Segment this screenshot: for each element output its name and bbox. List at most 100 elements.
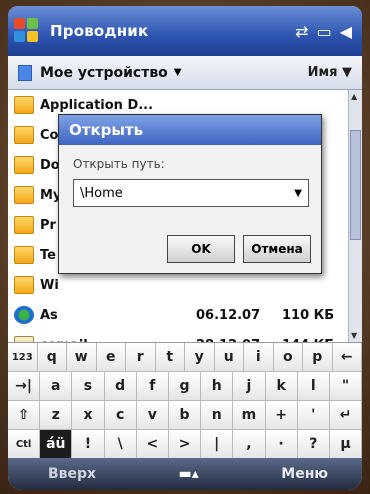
folder-bar: Мое устройство ▼ Имя ▼ [8, 56, 362, 90]
dialog-title: Открыть [59, 115, 321, 145]
key-o[interactable]: o [273, 343, 303, 371]
app-title: Проводник [50, 22, 149, 40]
list-item[interactable]: As 06.12.07 110 КБ [8, 300, 348, 330]
file-name: Te [40, 247, 56, 263]
start-menu-icon[interactable] [14, 18, 40, 44]
scroll-up-icon[interactable]: ▲ [351, 92, 357, 101]
accent-key[interactable]: áü [40, 430, 73, 458]
file-date: 06.12.07 [196, 307, 261, 323]
key-p[interactable]: p [303, 343, 333, 371]
key-r[interactable]: r [126, 343, 156, 371]
key-a[interactable]: a [40, 372, 73, 400]
key-quote[interactable]: " [329, 372, 362, 400]
keyboard-row-3: ⇧ z x c v b n m + ' ↵ [8, 401, 362, 430]
list-item[interactable]: Wi [8, 270, 348, 300]
file-name: Co [40, 127, 59, 143]
folder-icon [14, 216, 34, 234]
key-t[interactable]: t [155, 343, 185, 371]
chevron-down-icon[interactable]: ▼ [174, 67, 182, 78]
sort-label: Имя [307, 65, 338, 80]
key-l[interactable]: l [297, 372, 330, 400]
scroll-thumb[interactable] [350, 130, 361, 240]
path-value: \Home [80, 185, 123, 201]
key-c[interactable]: c [104, 401, 137, 429]
file-name: Application D... [40, 97, 154, 113]
key-exclamation[interactable]: ! [72, 430, 105, 458]
file-name: As [40, 307, 58, 323]
key-v[interactable]: v [136, 401, 169, 429]
key-apostrophe[interactable]: ' [297, 401, 330, 429]
folder-dropdown[interactable]: Мое устройство [40, 65, 168, 81]
key-b[interactable]: b [168, 401, 202, 429]
key-comma[interactable]: , [233, 430, 266, 458]
softkey-bar: Вверх ▬▴ Меню [8, 458, 362, 490]
key-x[interactable]: x [72, 401, 105, 429]
key-i[interactable]: i [244, 343, 274, 371]
key-y[interactable]: y [185, 343, 215, 371]
backspace-key[interactable]: ← [332, 343, 362, 371]
key-f[interactable]: f [136, 372, 169, 400]
enter-key[interactable]: ↵ [329, 401, 362, 429]
key-q[interactable]: q [37, 343, 67, 371]
key-backslash[interactable]: \ [104, 430, 137, 458]
key-micro[interactable]: µ [329, 430, 362, 458]
cancel-button[interactable]: Отмена [243, 235, 311, 263]
connectivity-icon[interactable]: ⇄ [295, 22, 308, 41]
sync-icon [14, 306, 34, 324]
folder-icon [14, 156, 34, 174]
ctrl-key[interactable]: Ctl [8, 430, 41, 458]
folder-icon [14, 96, 34, 114]
file-name: Pr [40, 217, 56, 233]
chevron-down-icon[interactable]: ▼ [294, 188, 302, 199]
key-greater-than[interactable]: > [168, 430, 202, 458]
key-question[interactable]: ? [297, 430, 330, 458]
status-icons: ⇄ ▭ ◀ [295, 22, 352, 41]
keyboard-row-1: 123 q w e r t y u i o p ← [8, 343, 362, 372]
file-name: Wi [40, 277, 59, 293]
soft-keyboard: 123 q w e r t y u i o p ← →| a s d f g h… [8, 342, 362, 459]
key-pipe[interactable]: | [201, 430, 234, 458]
key-g[interactable]: g [168, 372, 202, 400]
scroll-down-icon[interactable]: ▼ [351, 331, 357, 340]
key-k[interactable]: k [265, 372, 298, 400]
file-name: Do [40, 157, 60, 173]
volume-icon[interactable]: ◀ [340, 22, 352, 41]
path-label: Открыть путь: [73, 157, 165, 171]
file-size: 110 КБ [282, 307, 335, 323]
keyboard-row-4: Ctl áü ! \ < > | , · ? µ [8, 430, 362, 459]
title-bar: Проводник ⇄ ▭ ◀ [8, 6, 362, 56]
folder-icon [14, 246, 34, 264]
keyboard-icon[interactable]: ▬▴ [179, 466, 199, 482]
path-combobox[interactable]: \Home ▼ [73, 179, 309, 207]
key-w[interactable]: w [67, 343, 97, 371]
folder-icon [14, 126, 34, 144]
up-softkey[interactable]: Вверх [48, 466, 96, 482]
key-dot[interactable]: · [265, 430, 298, 458]
key-d[interactable]: d [104, 372, 137, 400]
key-j[interactable]: j [233, 372, 266, 400]
battery-icon[interactable]: ▭ [317, 22, 332, 41]
key-n[interactable]: n [201, 401, 234, 429]
sort-dropdown[interactable]: Имя ▼ [308, 65, 352, 80]
tab-key[interactable]: →| [8, 372, 41, 400]
keyboard-row-2: →| a s d f g h j k l " [8, 372, 362, 401]
sort-chevron-icon: ▼ [342, 65, 352, 80]
folder-icon [14, 276, 34, 294]
key-123[interactable]: 123 [8, 343, 38, 371]
key-s[interactable]: s [72, 372, 105, 400]
key-m[interactable]: m [233, 401, 266, 429]
shift-key[interactable]: ⇧ [8, 401, 41, 429]
dialog-buttons: OK Отмена [167, 235, 311, 263]
key-e[interactable]: e [96, 343, 126, 371]
screen: Проводник ⇄ ▭ ◀ Мое устройство ▼ Имя ▼ A… [8, 6, 362, 490]
key-less-than[interactable]: < [136, 430, 169, 458]
key-u[interactable]: u [214, 343, 244, 371]
device-icon [18, 64, 32, 81]
scrollbar[interactable]: ▲ ▼ [348, 90, 362, 342]
key-h[interactable]: h [201, 372, 234, 400]
key-z[interactable]: z [40, 401, 73, 429]
menu-softkey[interactable]: Меню [281, 466, 328, 482]
key-plus[interactable]: + [265, 401, 298, 429]
ok-button[interactable]: OK [167, 235, 235, 263]
folder-icon [14, 186, 34, 204]
